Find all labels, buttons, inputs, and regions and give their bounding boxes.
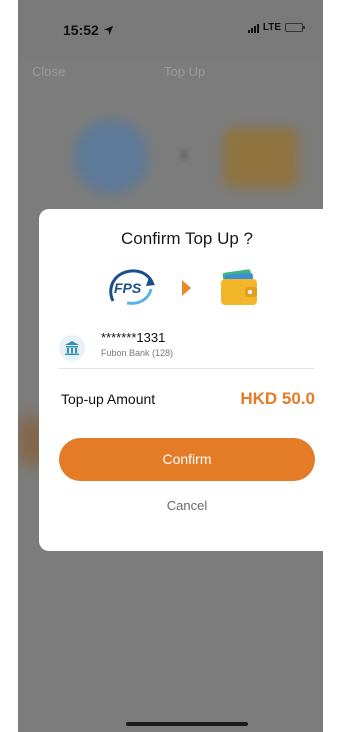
bank-account-row: *******1331 Fubon Bank (128) bbox=[59, 327, 315, 369]
bank-account-number: *******1331 bbox=[101, 330, 166, 345]
fps-logo-icon: FPS bbox=[109, 269, 155, 305]
background-close: Close bbox=[32, 64, 66, 79]
cancel-button[interactable]: Cancel bbox=[39, 498, 335, 513]
network-label: LTE bbox=[262, 22, 281, 33]
status-indicators: LTE bbox=[247, 22, 305, 33]
signal-icon bbox=[247, 23, 259, 33]
amount-label: Top-up Amount bbox=[61, 391, 156, 407]
status-bar: 15:52 LTE bbox=[18, 0, 323, 58]
background-nav: Close Top Up bbox=[18, 58, 323, 88]
battery-icon bbox=[285, 23, 305, 32]
wallet-icon bbox=[221, 269, 257, 305]
confirm-dialog: Confirm Top Up ? FPS *******1331 Fubon B… bbox=[39, 209, 335, 551]
svg-text:FPS: FPS bbox=[114, 280, 142, 296]
confirm-button[interactable]: Confirm bbox=[59, 438, 315, 481]
home-indicator[interactable] bbox=[126, 722, 248, 726]
arrow-right-icon bbox=[182, 280, 191, 296]
location-arrow-icon bbox=[103, 25, 113, 36]
background-title: Top Up bbox=[164, 64, 206, 79]
time-text: 15:52 bbox=[63, 22, 99, 38]
background-fps-icon bbox=[74, 120, 148, 194]
background-arrow-icon bbox=[180, 150, 188, 160]
amount-value: HKD 50.0 bbox=[240, 389, 315, 408]
bank-name: Fubon Bank (128) bbox=[101, 348, 174, 358]
bank-icon bbox=[59, 335, 85, 361]
background-wallet-icon bbox=[224, 128, 298, 188]
transfer-flow: FPS bbox=[39, 267, 335, 313]
dialog-title: Confirm Top Up ? bbox=[121, 229, 253, 248]
status-time: 15:52 bbox=[63, 22, 114, 38]
